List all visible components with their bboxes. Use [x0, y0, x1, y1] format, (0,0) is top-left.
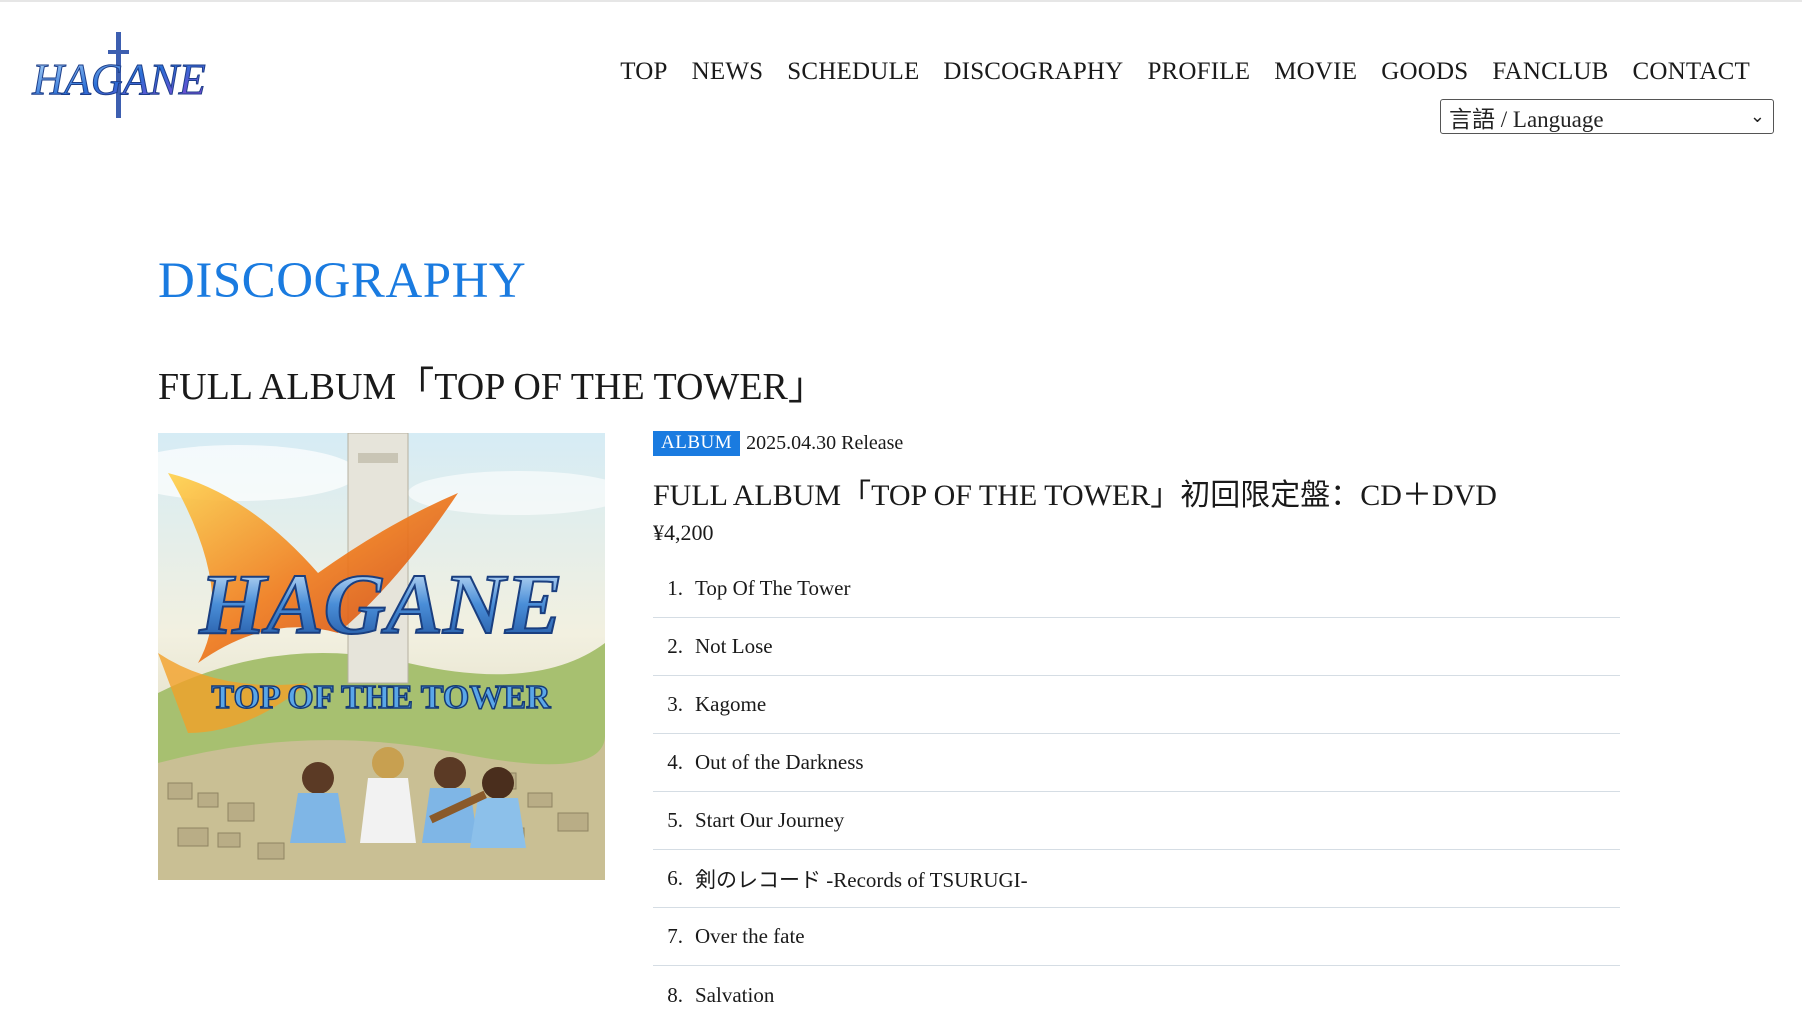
nav-movie[interactable]: MOVIE	[1274, 58, 1357, 86]
album-cover-art: HAGANE TOP OF THE TOWER	[158, 433, 605, 880]
nav-schedule[interactable]: SCHEDULE	[787, 58, 919, 86]
nav-contact[interactable]: CONTACT	[1633, 58, 1750, 86]
track-item: 4. Out of the Darkness	[653, 734, 1620, 792]
track-number: 3.	[667, 692, 683, 716]
track-number: 8.	[667, 982, 683, 1007]
track-title: Top Of The Tower	[695, 576, 851, 600]
language-select[interactable]: 言語 / Language ⌄	[1440, 99, 1774, 134]
nav-goods[interactable]: GOODS	[1381, 58, 1468, 86]
track-item: 5. Start Our Journey	[653, 792, 1620, 850]
album-cover-image: HAGANE TOP OF THE TOWER	[158, 433, 605, 880]
track-title: Kagome	[695, 692, 767, 716]
cover-logo-text: HAGANE	[198, 556, 562, 652]
main-nav: TOP NEWS SCHEDULE DISCOGRAPHY PROFILE MO…	[620, 58, 1750, 86]
album-heading: FULL ALBUM「TOP OF THE TOWER」	[158, 366, 826, 408]
language-select-value: 言語 / Language	[1449, 106, 1604, 132]
nav-top[interactable]: TOP	[620, 58, 667, 86]
track-number: 6.	[667, 866, 683, 890]
track-title: Not Lose	[695, 634, 773, 658]
top-border	[0, 0, 1802, 2]
release-date: 2025.04.30 Release	[746, 431, 904, 454]
edition-title: FULL ALBUM「TOP OF THE TOWER」初回限定盤：CD＋DVD	[653, 479, 1497, 512]
chevron-down-icon: ⌄	[1749, 106, 1765, 127]
release-meta: ALBUM 2025.04.30 Release	[653, 430, 1620, 456]
page-title: DISCOGRAPHY	[158, 253, 527, 309]
release-type-badge: ALBUM	[653, 430, 741, 456]
track-item: 8. Salvation	[653, 966, 1620, 1024]
logo-text: HAGANE	[31, 55, 206, 104]
track-title: 剣のレコード -Records of TSURUGI-	[695, 867, 1028, 892]
sword-logo-icon: HAGANE	[31, 32, 206, 118]
release-info: ALBUM 2025.04.30 Release FULL ALBUM「TOP …	[653, 430, 1620, 1007]
nav-discography[interactable]: DISCOGRAPHY	[943, 58, 1123, 86]
nav-fanclub[interactable]: FANCLUB	[1492, 58, 1608, 86]
track-number: 4.	[667, 750, 683, 774]
track-list: 1. Top Of The Tower 2. Not Lose 3. Kagome 4…	[653, 560, 1620, 1024]
track-title: Over the fate	[695, 924, 805, 948]
nav-news[interactable]: NEWS	[692, 58, 764, 86]
track-item: 7. Over the fate	[653, 908, 1620, 966]
track-item: 2. Not Lose	[653, 618, 1620, 676]
track-title: Out of the Darkness	[695, 750, 864, 774]
track-item: 6. 剣のレコード -Records of TSURUGI-	[653, 850, 1620, 908]
nav-profile[interactable]: PROFILE	[1147, 58, 1250, 86]
price: ¥4,200	[653, 520, 714, 545]
track-title: Start Our Journey	[695, 808, 845, 832]
track-item: 1. Top Of The Tower	[653, 560, 1620, 618]
track-item: 3. Kagome	[653, 676, 1620, 734]
track-number: 2.	[667, 634, 683, 658]
track-number: 1.	[667, 576, 683, 600]
track-number: 5.	[667, 808, 683, 832]
site-logo[interactable]: HAGANE	[30, 30, 208, 122]
cover-subtitle-text: TOP OF THE TOWER	[211, 679, 551, 716]
track-number: 7.	[667, 924, 683, 948]
track-title: Salvation	[695, 982, 775, 1007]
